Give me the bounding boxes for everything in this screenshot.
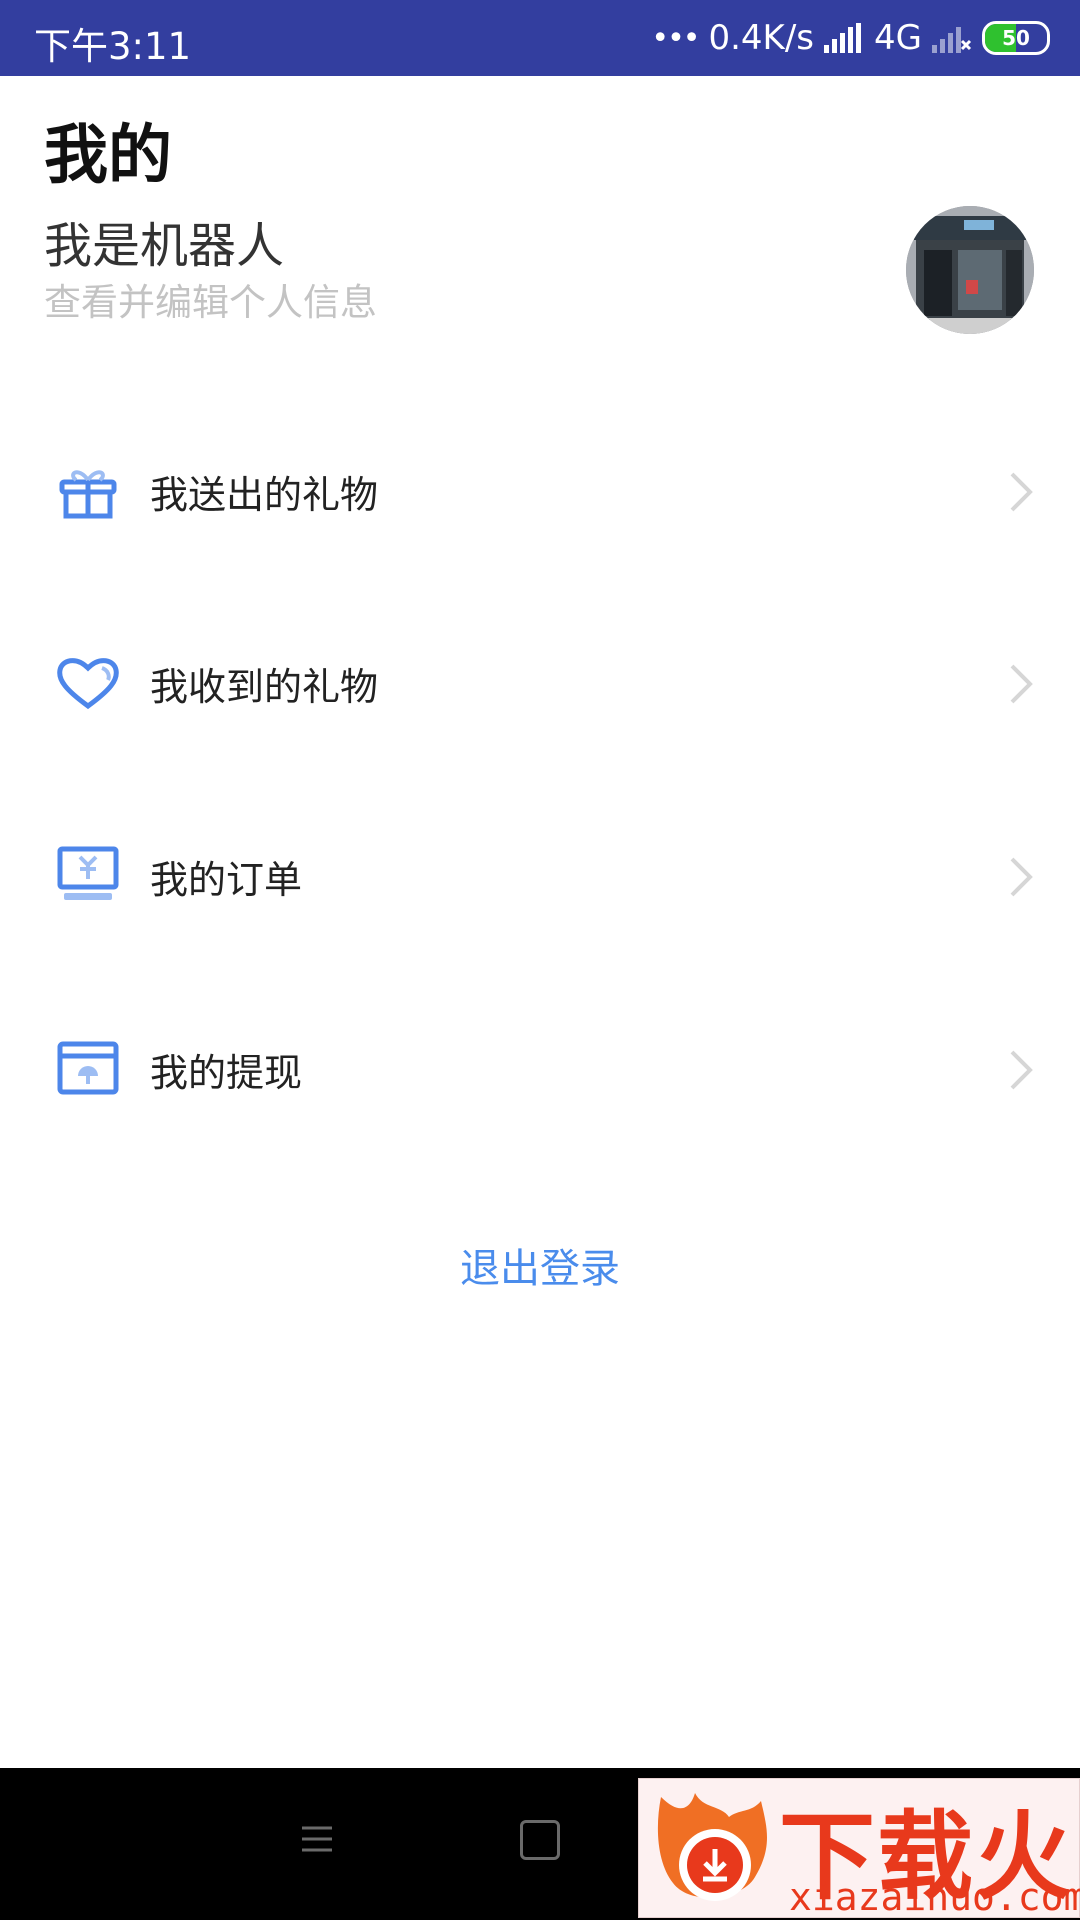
menu-item-label: 我收到的礼物 (150, 665, 379, 709)
status-bar: 下午3:11 ••• 0.4K/s 4G 50 (0, 0, 1080, 76)
network-type: 4G (874, 18, 922, 58)
edit-profile-hint[interactable]: 查看并编辑个人信息 (44, 272, 377, 326)
battery-icon: 50 (982, 21, 1050, 55)
gift-icon (59, 470, 117, 519)
signal-strength-icon (824, 23, 862, 53)
chevron-right-icon (1010, 857, 1033, 897)
username[interactable]: 我是机器人 (44, 206, 284, 276)
status-indicators: ••• 0.4K/s 4G 50 (651, 14, 1050, 62)
withdraw-icon (57, 1041, 119, 1095)
watermark-url: xiazaihuo.com (789, 1875, 1080, 1919)
chevron-right-icon (1010, 1050, 1033, 1090)
menu-item-label: 我的订单 (150, 858, 303, 902)
chevron-right-icon (1010, 664, 1033, 704)
signal-no-service-icon (932, 27, 972, 53)
home-button[interactable] (520, 1820, 560, 1860)
page-title: 我的 (44, 119, 172, 193)
menu-item-sent-gifts[interactable]: 我送出的礼物 (0, 430, 1080, 550)
chevron-right-icon (1010, 472, 1033, 512)
flame-logo-icon (657, 1793, 767, 1901)
menu-item-withdraw[interactable]: 我的提现 (0, 1008, 1080, 1128)
menu-item-received-gifts[interactable]: 我收到的礼物 (0, 622, 1080, 742)
heart-icon (57, 658, 119, 710)
menu-item-label: 我的提现 (150, 1051, 303, 1095)
logout-button[interactable]: 退出登录 (0, 1236, 1080, 1294)
watermark: 下载火 xiazaihuo.com (638, 1778, 1080, 1919)
avatar[interactable] (906, 206, 1034, 334)
battery-level: 50 (1002, 26, 1030, 50)
menu-icon[interactable] (300, 1822, 334, 1856)
more-notifications-icon: ••• (651, 20, 700, 56)
network-speed: 0.4K/s (708, 18, 815, 58)
menu-item-orders[interactable]: 我的订单 (0, 815, 1080, 935)
status-time: 下午3:11 (34, 25, 192, 68)
storefront-photo (906, 206, 1034, 334)
order-icon (57, 846, 119, 900)
menu-item-label: 我送出的礼物 (150, 473, 379, 517)
